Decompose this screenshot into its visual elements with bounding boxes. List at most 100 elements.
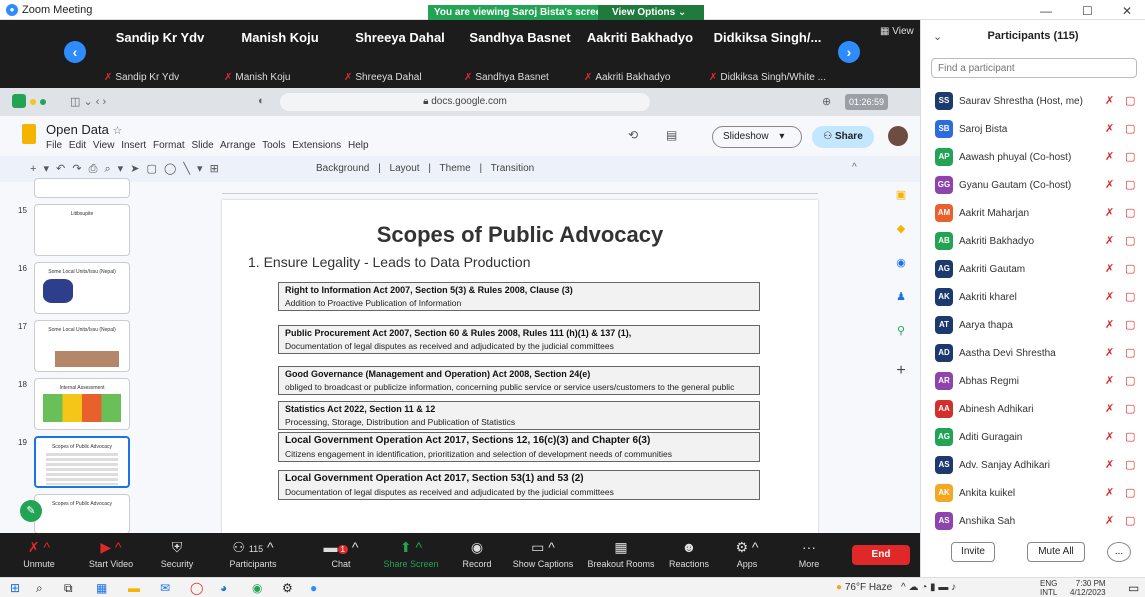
calendar-icon[interactable]: ▣ bbox=[894, 188, 908, 202]
mute-all-button[interactable]: Mute All bbox=[1027, 542, 1085, 562]
chat-button[interactable]: ▬ 1 ^ Chat bbox=[306, 533, 376, 577]
menu-file[interactable]: File bbox=[46, 140, 62, 151]
menu-edit[interactable]: Edit bbox=[69, 140, 86, 151]
address-bar[interactable]: 🔒︎ docs.google.com bbox=[280, 93, 650, 111]
menu-view[interactable]: View bbox=[93, 140, 115, 151]
video-tile[interactable]: Aakriti Bakhadyo ✗ Aakriti Bakhadyo bbox=[580, 20, 700, 88]
tasks-icon[interactable]: ◉ bbox=[894, 256, 908, 270]
view-options-button[interactable]: View Options ⌄ bbox=[598, 5, 704, 21]
participant-row[interactable]: AT Aarya thapa ✗ ▢ bbox=[921, 312, 1145, 340]
participants-button[interactable]: ⚇ 115 ^ Participants bbox=[218, 533, 288, 577]
windows-start-icon[interactable]: ⊞ bbox=[10, 581, 20, 595]
document-title[interactable]: Open Data ☆ bbox=[46, 122, 122, 137]
participant-row[interactable]: AR Abhas Regmi ✗ ▢ bbox=[921, 368, 1145, 396]
menu-format[interactable]: Format bbox=[153, 140, 185, 151]
participant-row[interactable]: AK Aakriti kharel ✗ ▢ bbox=[921, 284, 1145, 312]
participant-row[interactable]: GG Gyanu Gautam (Co-host) ✗ ▢ bbox=[921, 172, 1145, 200]
slide-thumbnail[interactable] bbox=[34, 178, 130, 198]
show-captions-button[interactable]: ▭ ^ Show Captions bbox=[508, 533, 578, 577]
participant-row[interactable]: AS Anshika Sah ✗ ▢ bbox=[921, 508, 1145, 536]
keep-icon[interactable]: ◆ bbox=[894, 222, 908, 236]
comments-icon[interactable]: ▤ bbox=[666, 128, 677, 142]
version-history-icon[interactable]: ⟲ bbox=[628, 128, 638, 142]
chrome-icon[interactable]: ◉ bbox=[252, 581, 262, 595]
slide-thumbnail[interactable]: Some Local Units/Issu (Nepal) bbox=[34, 320, 130, 372]
view-button[interactable]: ▦ View bbox=[880, 26, 914, 37]
clock[interactable]: 7:30 PM 4/12/2023 bbox=[1070, 579, 1106, 597]
video-tile[interactable]: Didkiksa Singh/... ✗ Didkiksa Singh/White… bbox=[705, 20, 830, 88]
notifications-icon[interactable]: ▭ bbox=[1128, 581, 1139, 595]
weather-widget[interactable]: ● 76°F Haze ^ ☁ ◔ ▮ ▬ ♪ bbox=[836, 582, 956, 593]
participant-row[interactable]: SB Saroj Bista ✗ ▢ bbox=[921, 116, 1145, 144]
add-addon-icon[interactable]: + bbox=[894, 363, 908, 379]
participant-row[interactable]: AG Aditi Guragain ✗ ▢ bbox=[921, 424, 1145, 452]
start-video-button[interactable]: ▶ ^ Start Video bbox=[76, 533, 146, 577]
menu-slide[interactable]: Slide bbox=[191, 140, 213, 151]
end-meeting-button[interactable]: End bbox=[852, 545, 910, 565]
menu-insert[interactable]: Insert bbox=[121, 140, 146, 151]
participant-row[interactable]: AM Aakrit Maharjan ✗ ▢ bbox=[921, 200, 1145, 228]
contacts-icon[interactable]: ♟ bbox=[894, 290, 908, 304]
background-button[interactable]: Background bbox=[316, 163, 369, 174]
security-button[interactable]: ⛨ Security bbox=[142, 533, 212, 577]
record-button[interactable]: ◉ Record bbox=[442, 533, 512, 577]
layout-button[interactable]: Layout bbox=[390, 163, 420, 174]
star-icon[interactable]: ☆ bbox=[113, 125, 123, 137]
chevron-down-icon[interactable]: ▾ bbox=[779, 131, 784, 142]
video-tile[interactable]: Shreeya Dahal ✗ Shreeya Dahal bbox=[340, 20, 460, 88]
teams-icon[interactable]: ▦ bbox=[96, 581, 107, 595]
slides-logo-icon[interactable] bbox=[22, 124, 36, 144]
prev-page-button[interactable]: ‹ bbox=[64, 41, 86, 63]
slide-canvas[interactable]: Scopes of Public Advocacy 1. Ensure Lega… bbox=[222, 200, 818, 533]
edge-icon[interactable]: ◕ bbox=[220, 581, 227, 595]
mail-icon[interactable]: ✉ bbox=[160, 581, 170, 595]
video-tile[interactable]: Sandip Kr Ydv ✗ Sandip Kr Ydv bbox=[100, 20, 220, 88]
maximize-dot-icon[interactable] bbox=[40, 99, 46, 105]
video-tile[interactable]: Manish Koju ✗ Manish Koju bbox=[220, 20, 340, 88]
slide-thumbnail[interactable]: Internal Assessment bbox=[34, 378, 130, 430]
slideshow-button[interactable]: Slideshow ▾ bbox=[712, 126, 802, 148]
task-view-icon[interactable]: ⧉ bbox=[64, 581, 73, 596]
participant-row[interactable]: AS Adv. Sanjay Adhikari ✗ ▢ bbox=[921, 452, 1145, 480]
participant-search-input[interactable] bbox=[931, 58, 1137, 78]
share-button[interactable]: ⚇ Share bbox=[812, 126, 874, 148]
file-explorer-icon[interactable]: ▬ bbox=[128, 581, 140, 595]
participant-row[interactable]: AK Ankita kuikel ✗ ▢ bbox=[921, 480, 1145, 508]
unmute-button[interactable]: ✗ ^ Unmute bbox=[4, 533, 74, 577]
zoom-taskbar-icon[interactable]: ● bbox=[310, 581, 317, 595]
next-page-button[interactable]: › bbox=[838, 41, 860, 63]
avatar[interactable] bbox=[888, 126, 908, 146]
participant-row[interactable]: AD Aastha Devi Shrestha ✗ ▢ bbox=[921, 340, 1145, 368]
menu-tools[interactable]: Tools bbox=[262, 140, 285, 151]
maps-icon[interactable]: ⚲ bbox=[894, 324, 908, 338]
sidebar-toggle-icon[interactable]: ◫ ⌄ ‹ › bbox=[70, 95, 106, 108]
annotate-pen-icon[interactable]: ✎ bbox=[20, 500, 42, 522]
opera-icon[interactable]: ◯ bbox=[190, 581, 203, 595]
language-indicator[interactable]: ENG INTL bbox=[1040, 579, 1057, 597]
slide-thumbnail[interactable]: Some Local Units/Issu (Nepal) bbox=[34, 262, 130, 314]
tray-icons[interactable]: ^ ☁ ◔ ▮ ▬ ♪ bbox=[901, 582, 956, 593]
participant-row[interactable]: AB Aakriti Bakhadyo ✗ ▢ bbox=[921, 228, 1145, 256]
menu-arrange[interactable]: Arrange bbox=[220, 140, 256, 151]
download-icon[interactable]: ⊕ bbox=[822, 95, 831, 108]
toolbar-icons[interactable]: + ▾ ↶ ↷ ⎙ ⌕ ▾ ➤ ▢ ◯ ╲ ▾ ⊞ bbox=[30, 162, 219, 176]
participant-row[interactable]: AG Aakriti Gautam ✗ ▢ bbox=[921, 256, 1145, 284]
participant-row[interactable]: AA Abinesh Adhikari ✗ ▢ bbox=[921, 396, 1145, 424]
invite-button[interactable]: Invite bbox=[951, 542, 995, 562]
minimize-dot-icon[interactable] bbox=[30, 99, 36, 105]
slide-thumbnail-selected[interactable]: Scopes of Public Advocacy bbox=[34, 436, 130, 488]
menu-help[interactable]: Help bbox=[348, 140, 369, 151]
transition-button[interactable]: Transition bbox=[491, 163, 535, 174]
search-icon[interactable]: ⌕ bbox=[36, 581, 43, 596]
video-tile[interactable]: Sandhya Basnet ✗ Sandhya Basnet bbox=[460, 20, 580, 88]
participant-row[interactable]: AP Aawash phuyal (Co-host) ✗ ▢ bbox=[921, 144, 1145, 172]
theme-button[interactable]: Theme bbox=[440, 163, 471, 174]
breakout-rooms-button[interactable]: ▦ Breakout Rooms bbox=[586, 533, 656, 577]
collapse-icon[interactable]: ^ bbox=[852, 162, 857, 173]
slide-thumbnail[interactable]: Litibsupite bbox=[34, 204, 130, 256]
slide-thumbnail[interactable]: Scopes of Public Advocacy bbox=[34, 494, 130, 533]
more-options-button[interactable]: ... bbox=[1107, 542, 1131, 562]
participant-row[interactable]: SS Saurav Shrestha (Host, me) ✗ ▢ bbox=[921, 88, 1145, 116]
minimize-icon[interactable]: — bbox=[1040, 4, 1052, 18]
apps-button[interactable]: ⚙ ^ Apps bbox=[712, 533, 782, 577]
